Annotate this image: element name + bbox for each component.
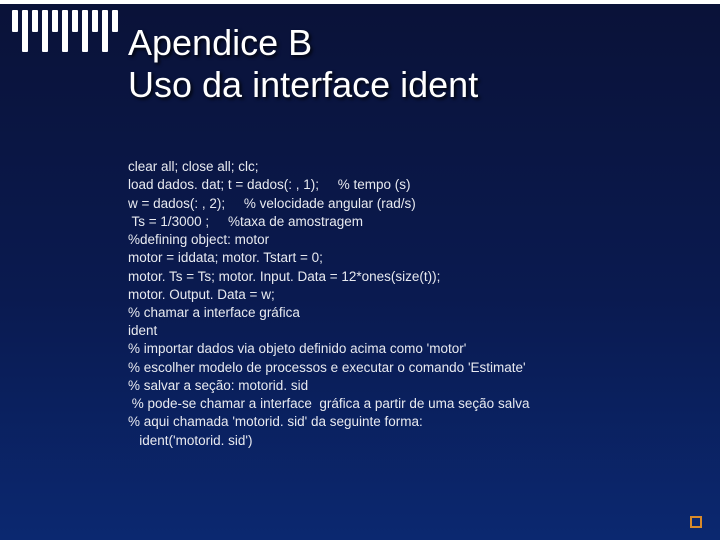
code-line: motor. Ts = Ts; motor. Input. Data = 12*… (128, 269, 440, 284)
code-line: % chamar a interface gráfica (128, 305, 300, 320)
code-line: % pode-se chamar a interface gráfica a p… (128, 396, 529, 411)
code-line: clear all; close all; clc; (128, 159, 259, 174)
top-border (0, 0, 720, 4)
code-line: ident (128, 323, 157, 338)
code-line: %defining object: motor (128, 232, 269, 247)
code-line: % importar dados via objeto definido aci… (128, 341, 466, 356)
code-line: % aqui chamada 'motorid. sid' da seguint… (128, 414, 423, 429)
title-line-1: Apendice B (128, 22, 312, 63)
code-line: load dados. dat; t = dados(: , 1); % tem… (128, 177, 411, 192)
code-line: % salvar a seção: motorid. sid (128, 378, 308, 393)
slide: Apendice B Uso da interface ident clear … (0, 0, 720, 540)
decorative-ticks (12, 10, 118, 52)
code-line: motor. Output. Data = w; (128, 287, 275, 302)
code-line: % escolher modelo de processos e executa… (128, 360, 526, 375)
code-line: Ts = 1/3000 ; %taxa de amostragem (128, 214, 363, 229)
corner-accent-icon (690, 516, 702, 528)
title-line-2: Uso da interface ident (128, 64, 478, 105)
page-title: Apendice B Uso da interface ident (128, 22, 680, 107)
code-block: clear all; close all; clc; load dados. d… (128, 140, 690, 468)
code-line: motor = iddata; motor. Tstart = 0; (128, 250, 323, 265)
code-line: w = dados(: , 2); % velocidade angular (… (128, 196, 416, 211)
code-line: ident('motorid. sid') (128, 433, 252, 448)
